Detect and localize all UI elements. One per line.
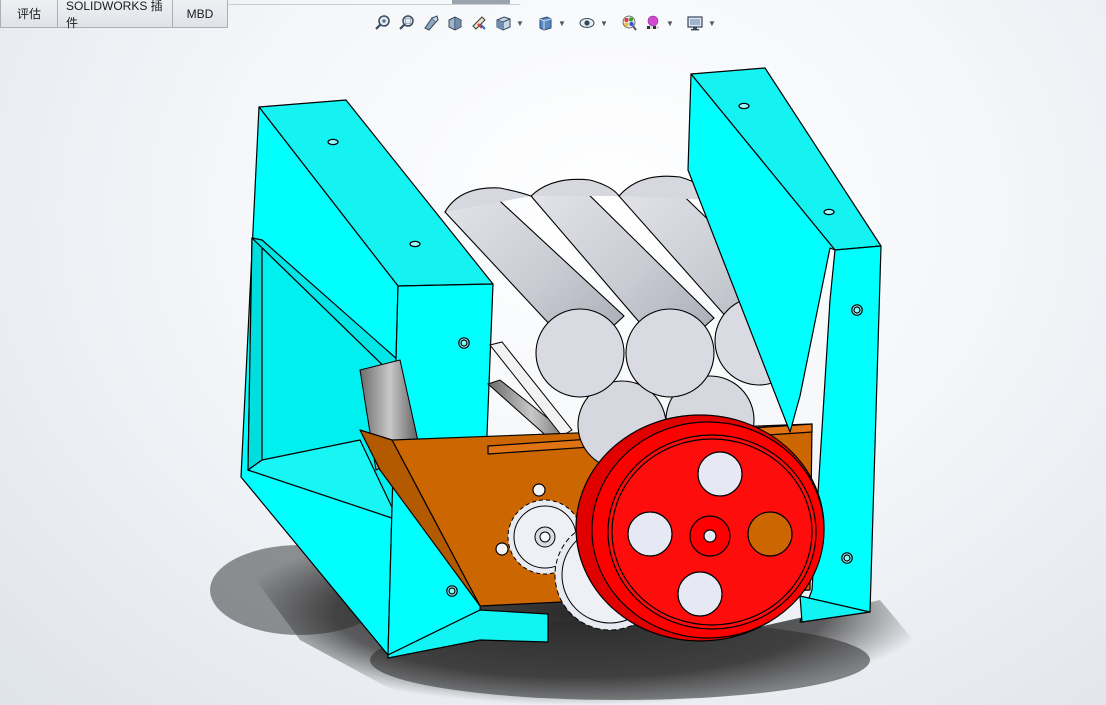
red-pulley-wheel [575,414,825,642]
graphics-area[interactable]: 评估 SOLIDWORKS 插件 MBD ▼ ▼ ▼ ▼ ▼ [0,0,1106,705]
model-render[interactable] [0,0,1106,705]
